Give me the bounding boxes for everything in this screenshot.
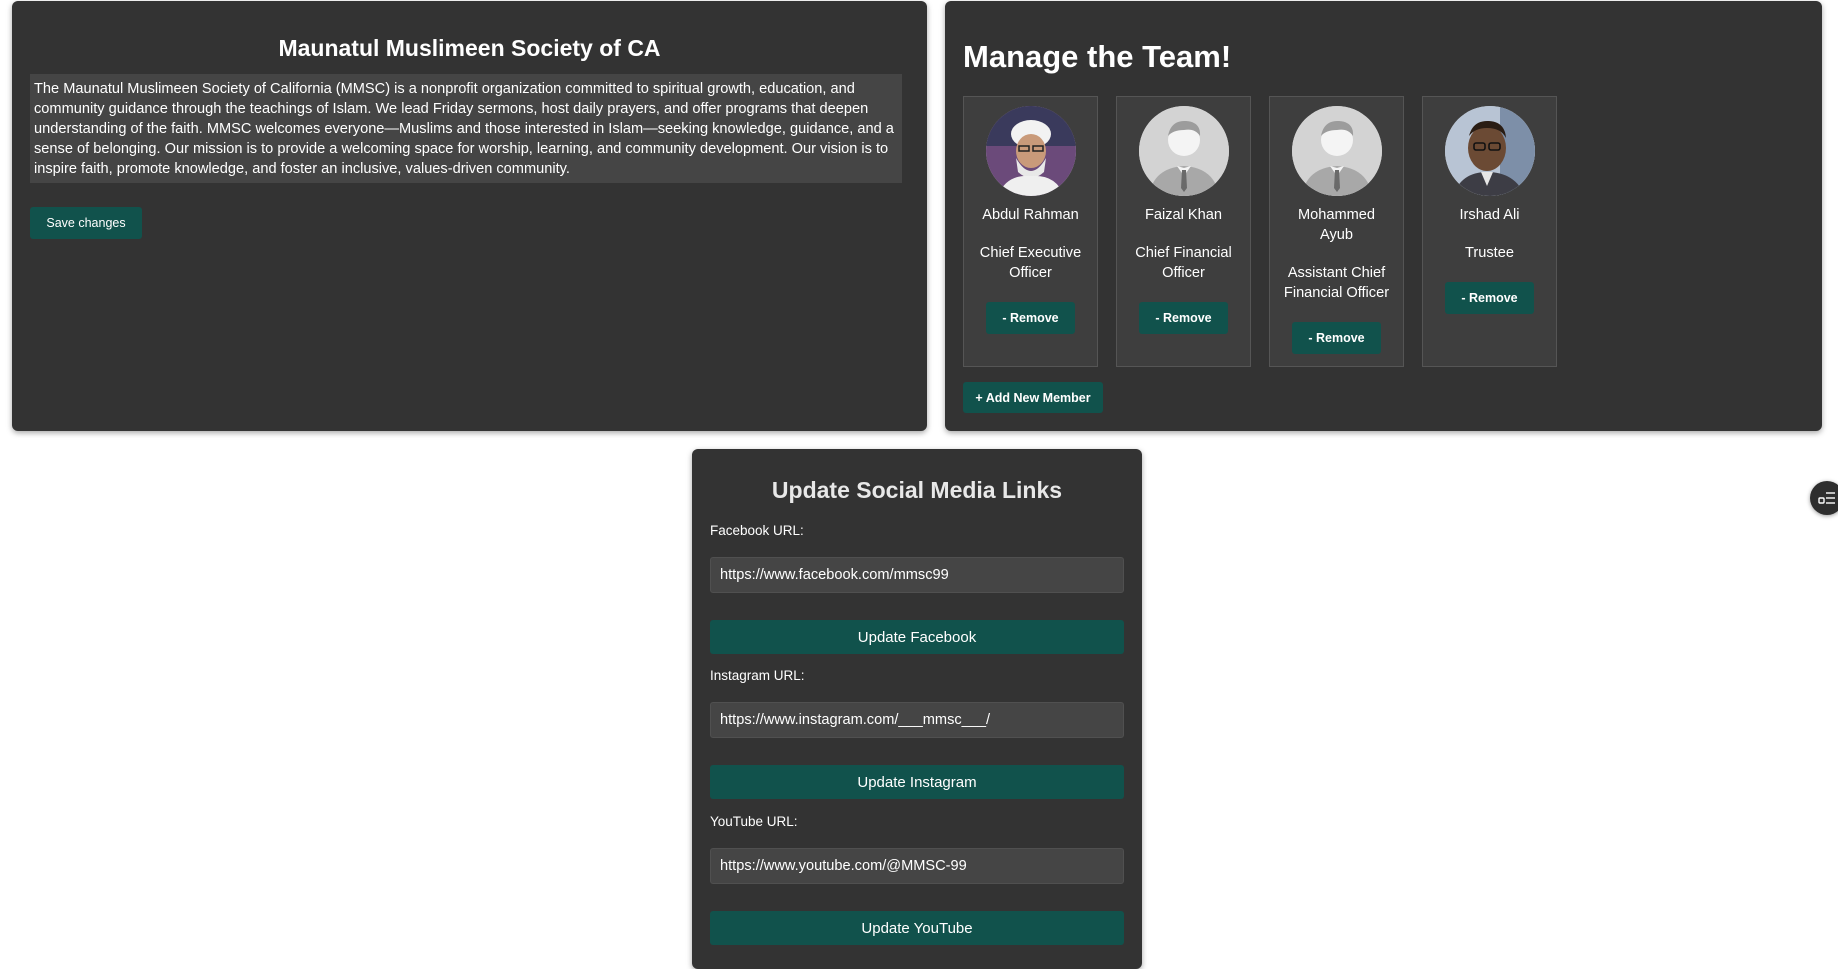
member-role: Assistant Chief Financial Officer: [1283, 265, 1390, 301]
member-role: Chief Executive Officer: [979, 245, 1082, 281]
floating-menu-button[interactable]: [1810, 481, 1838, 515]
youtube-url-label: YouTube URL:: [710, 814, 798, 829]
team-member-card: Abdul Rahman Chief Executive Officer - R…: [963, 96, 1098, 367]
team-panel: Manage the Team! Abdul Rahman Chief Exec…: [945, 1, 1822, 431]
update-facebook-button[interactable]: Update Facebook: [710, 620, 1124, 654]
team-title: Manage the Team!: [963, 39, 1232, 74]
facebook-url-label: Facebook URL:: [710, 523, 804, 538]
save-changes-button[interactable]: Save changes: [30, 207, 142, 239]
update-instagram-button[interactable]: Update Instagram: [710, 765, 1124, 799]
team-member-card: Faizal Khan Chief Financial Officer - Re…: [1116, 96, 1251, 367]
member-name: Irshad Ali: [1459, 207, 1520, 223]
social-title: Update Social Media Links: [771, 477, 1063, 503]
remove-member-button[interactable]: - Remove: [1445, 282, 1534, 314]
instagram-url-input[interactable]: [710, 702, 1124, 738]
placeholder-person-icon: [1139, 106, 1229, 196]
facebook-url-input[interactable]: [710, 557, 1124, 593]
member-role: Chief Financial Officer: [1135, 245, 1232, 281]
member-name: Mohammed Ayub: [1297, 207, 1376, 243]
remove-member-button[interactable]: - Remove: [1292, 322, 1381, 354]
team-member-card: Irshad Ali Trustee - Remove: [1422, 96, 1557, 367]
list-settings-icon: [1818, 492, 1835, 504]
instagram-url-label: Instagram URL:: [710, 668, 805, 683]
placeholder-person-icon: [1292, 106, 1382, 196]
about-description-textarea[interactable]: The Maunatul Muslimeen Society of Califo…: [30, 74, 902, 183]
member-role: Trustee: [1465, 245, 1514, 261]
add-new-member-button[interactable]: + Add New Member: [963, 382, 1103, 413]
remove-member-button[interactable]: - Remove: [1139, 302, 1228, 334]
social-links-panel: Update Social Media Links Facebook URL: …: [692, 449, 1142, 969]
avatar: [986, 106, 1076, 196]
avatar: [1445, 106, 1535, 196]
update-youtube-button[interactable]: Update YouTube: [710, 911, 1124, 945]
about-title: Maunatul Muslimeen Society of CA: [278, 35, 661, 61]
about-panel: Maunatul Muslimeen Society of CA The Mau…: [12, 1, 927, 431]
remove-member-button[interactable]: - Remove: [986, 302, 1075, 334]
member-name: Abdul Rahman: [982, 207, 1079, 223]
youtube-url-input[interactable]: [710, 848, 1124, 884]
member-name: Faizal Khan: [1144, 207, 1223, 223]
team-member-card: Mohammed Ayub Assistant Chief Financial …: [1269, 96, 1404, 367]
